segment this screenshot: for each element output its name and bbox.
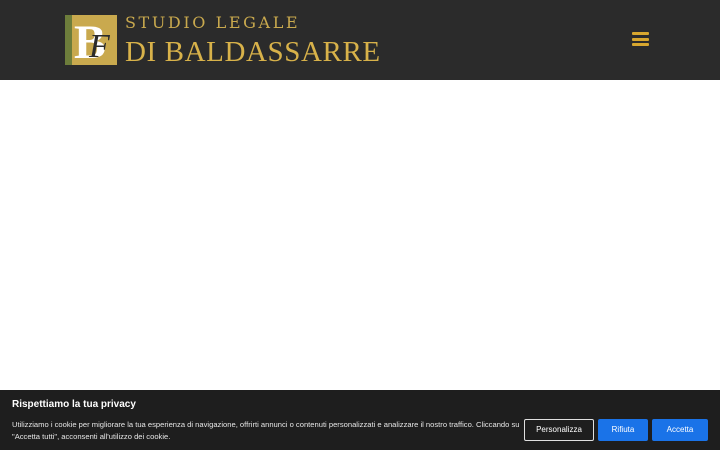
accept-cookies-button[interactable]: Accetta: [652, 419, 708, 441]
logo-text-di-baldassarre: DI BALDASSARRE: [125, 36, 381, 68]
cookie-consent-banner: Rispettiamo la tua privacy Utilizziamo i…: [0, 390, 720, 450]
customize-cookies-button[interactable]: Personalizza: [524, 419, 594, 441]
site-header: B F STUDIO LEGALE DI BALDASSARRE: [0, 0, 720, 80]
svg-text:F: F: [88, 28, 111, 65]
cookie-banner-title: Rispettiamo la tua privacy: [12, 399, 136, 410]
logo-mark-icon: B F: [65, 15, 117, 67]
logo-text-studio-legale: STUDIO LEGALE: [125, 13, 301, 32]
hamburger-menu-icon[interactable]: [632, 31, 650, 47]
site-logo[interactable]: B F STUDIO LEGALE DI BALDASSARRE: [65, 13, 380, 67]
cookie-banner-text: Utilizziamo i cookie per migliorare la t…: [12, 420, 520, 441]
reject-cookies-button[interactable]: Rifiuta: [598, 419, 648, 441]
